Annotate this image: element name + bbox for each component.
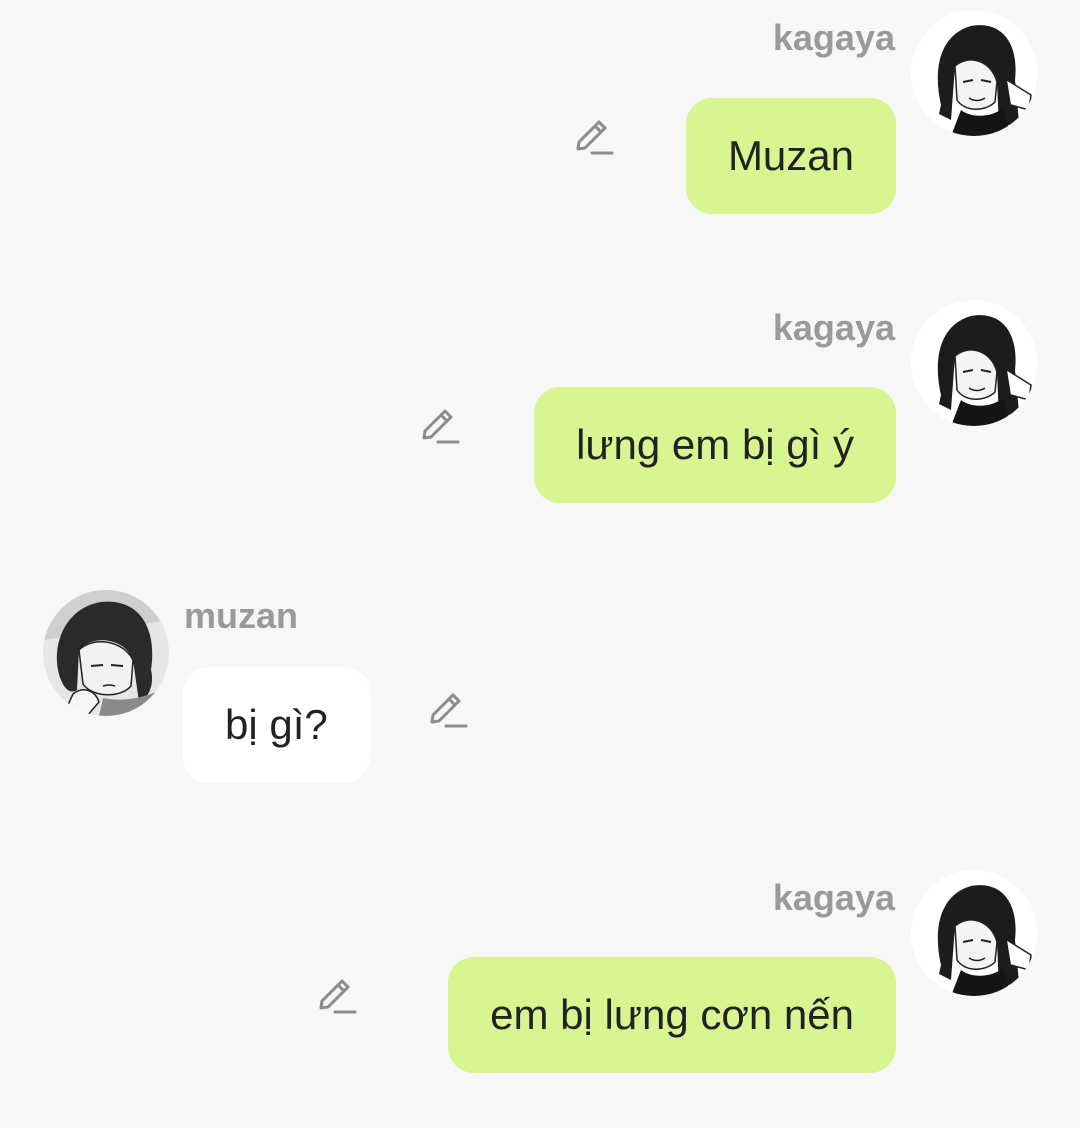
kagaya-avatar[interactable] [911, 870, 1037, 996]
sender-name: kagaya [772, 877, 895, 918]
message-row: muzan bị gì? [0, 580, 1080, 810]
pencil-icon[interactable] [572, 117, 614, 159]
message-bubble[interactable]: bị gì? [183, 667, 370, 783]
message-row: kagaya em bị lưng cơn nến [0, 860, 1080, 1090]
pencil-icon[interactable] [418, 406, 460, 448]
message-row: kagaya Muzan [0, 0, 1080, 230]
sender-name: muzan [184, 595, 299, 636]
muzan-avatar[interactable] [43, 590, 169, 716]
pencil-icon[interactable] [426, 690, 468, 732]
message-bubble[interactable]: Muzan [685, 98, 896, 214]
message-row: kagaya lưng em bị gì ý [0, 290, 1080, 520]
sender-name: kagaya [772, 307, 895, 348]
message-bubble[interactable]: em bị lưng cơn nến [448, 957, 896, 1073]
sender-name: kagaya [772, 17, 895, 58]
kagaya-avatar[interactable] [911, 10, 1037, 136]
message-bubble[interactable]: lưng em bị gì ý [534, 387, 896, 503]
kagaya-avatar[interactable] [911, 300, 1037, 426]
pencil-icon[interactable] [315, 976, 357, 1018]
